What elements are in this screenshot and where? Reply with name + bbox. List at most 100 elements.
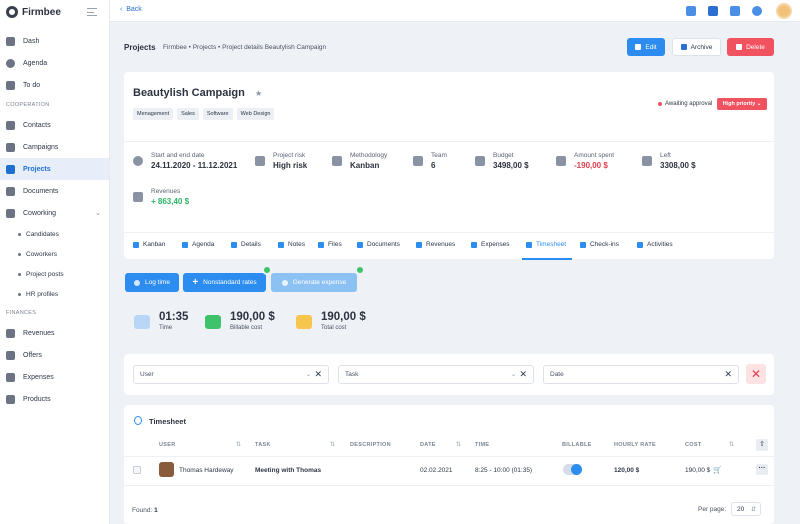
column-header-time[interactable]: TIME bbox=[475, 442, 489, 448]
tab-revenues[interactable]: Revenues bbox=[416, 241, 455, 248]
stat-total-cost: 190,00 $ Total cost bbox=[296, 311, 366, 331]
stat-billable-cost: 190,00 $ Billable cost bbox=[205, 311, 275, 331]
user-filter-select[interactable]: User ⌄ ✕ bbox=[133, 365, 329, 384]
status-badge: Awaiting approval bbox=[658, 101, 712, 107]
sidebar-item-campaigns[interactable]: Campaigns bbox=[0, 136, 109, 158]
tab-documents[interactable]: Documents bbox=[357, 241, 400, 248]
archive-button[interactable]: Archive bbox=[672, 38, 721, 56]
tab-activities[interactable]: Activities bbox=[637, 241, 673, 248]
stopwatch-icon bbox=[134, 279, 141, 286]
sidebar-item-products[interactable]: Products bbox=[0, 388, 109, 410]
log-time-button[interactable]: Log time bbox=[125, 273, 179, 292]
sidebar-item-contacts[interactable]: Contacts bbox=[0, 114, 109, 136]
chart-icon bbox=[332, 156, 342, 166]
sidebar-item-coworking[interactable]: Coworking ⌄ bbox=[0, 202, 109, 224]
users-icon[interactable] bbox=[686, 6, 696, 16]
project-tabs: Kanban Agenda Details Notes Files Docume… bbox=[124, 232, 774, 260]
sidebar-subitem-coworkers[interactable]: Coworkers bbox=[0, 244, 109, 264]
column-header-hourly-rate[interactable]: HOURLY RATE bbox=[614, 442, 656, 448]
user-icon bbox=[6, 120, 15, 130]
tag: Software bbox=[202, 108, 233, 120]
project-name: Beautylish Campaign bbox=[133, 87, 245, 99]
sidebar-item-expenses[interactable]: Expenses bbox=[0, 366, 109, 388]
row-checkbox[interactable] bbox=[133, 466, 141, 474]
clock-icon bbox=[182, 241, 188, 248]
column-header-description[interactable]: DESCRIPTION bbox=[350, 442, 391, 448]
window-icon[interactable] bbox=[708, 6, 718, 16]
cart-icon bbox=[556, 156, 566, 166]
kanban-icon bbox=[133, 241, 139, 248]
wallet-icon bbox=[416, 241, 422, 248]
sort-icon: ⇵ bbox=[750, 507, 756, 513]
info-risk: Project risk High risk bbox=[255, 152, 307, 170]
nonstandard-rates-button[interactable]: + Nonstandard rates bbox=[183, 273, 266, 292]
sort-icon[interactable]: ⇅ bbox=[456, 441, 461, 448]
stopwatch-icon bbox=[134, 416, 142, 425]
cart-icon bbox=[6, 372, 15, 382]
app-name: Firmbee bbox=[22, 6, 61, 18]
stopwatch-icon bbox=[526, 241, 532, 248]
column-header-task[interactable]: TASK bbox=[255, 442, 271, 448]
clipboard-icon bbox=[6, 164, 15, 174]
sidebar-item-todo[interactable]: To do bbox=[0, 74, 109, 96]
column-header-billable[interactable]: BILLABLE bbox=[562, 442, 592, 448]
back-link[interactable]: ‹ Back bbox=[120, 6, 142, 13]
tab-expenses[interactable]: Expenses bbox=[471, 241, 510, 248]
clear-icon[interactable]: ✕ bbox=[724, 369, 732, 380]
sidebar-subitem-project-posts[interactable]: Project posts bbox=[0, 264, 109, 284]
star-icon[interactable]: ★ bbox=[255, 89, 262, 98]
tab-agenda[interactable]: Agenda bbox=[182, 241, 214, 248]
clear-icon[interactable]: ✕ bbox=[519, 369, 527, 380]
section-finances: FINANCES bbox=[6, 310, 37, 316]
cart-icon bbox=[281, 279, 288, 286]
found-count: Found: 1 bbox=[132, 507, 158, 514]
edit-button[interactable]: Edit bbox=[627, 38, 665, 56]
column-header-cost[interactable]: COST bbox=[685, 442, 701, 448]
delete-button[interactable]: Delete bbox=[727, 38, 774, 56]
sort-icon[interactable]: ⇅ bbox=[330, 441, 335, 448]
cell-user: Thomas Hardeway bbox=[179, 467, 234, 474]
grid-icon[interactable] bbox=[730, 6, 740, 16]
tab-kanban[interactable]: Kanban bbox=[133, 241, 165, 248]
clear-icon[interactable]: ✕ bbox=[314, 369, 322, 380]
sidebar-item-agenda[interactable]: Agenda bbox=[0, 52, 109, 74]
column-header-user[interactable]: USER bbox=[159, 442, 175, 448]
plus-icon: + bbox=[192, 277, 199, 288]
tab-notes[interactable]: Notes bbox=[278, 241, 305, 248]
export-icon[interactable]: ⇧ bbox=[756, 439, 768, 451]
sidebar-subitem-candidates[interactable]: Candidates bbox=[0, 224, 109, 244]
timesheet-card: Timesheet USER ⇅ TASK ⇅ DESCRIPTION DATE… bbox=[124, 405, 774, 524]
sidebar-item-dash[interactable]: Dash bbox=[0, 30, 109, 52]
per-page-select[interactable]: 20 ⇵ bbox=[731, 502, 761, 516]
billable-toggle[interactable] bbox=[563, 464, 582, 475]
logo[interactable]: Firmbee bbox=[0, 0, 109, 24]
sidebar-item-projects[interactable]: Projects bbox=[0, 158, 109, 180]
sidebar-subitem-hr-profiles[interactable]: HR profiles bbox=[0, 284, 109, 304]
menu-collapse-icon[interactable] bbox=[87, 8, 97, 16]
task-filter-select[interactable]: Task ⌄ ✕ bbox=[338, 365, 534, 384]
date-filter-input[interactable]: Date ✕ bbox=[543, 365, 739, 384]
sidebar-item-offers[interactable]: Offers bbox=[0, 344, 109, 366]
tab-files[interactable]: Files bbox=[318, 241, 342, 248]
tab-check-ins[interactable]: Check-ins bbox=[580, 241, 619, 248]
wallet-icon bbox=[205, 315, 221, 329]
section-cooperation: COOPERATION bbox=[6, 102, 50, 108]
cart-icon[interactable]: 🛒 bbox=[713, 466, 722, 474]
column-header-date[interactable]: DATE bbox=[420, 442, 436, 448]
sidebar-item-revenues[interactable]: Revenues bbox=[0, 322, 109, 344]
avatar[interactable] bbox=[776, 3, 792, 19]
info-revenues: Revenues + 863,40 $ bbox=[133, 188, 189, 206]
clear-filters-button[interactable]: ✕ bbox=[746, 364, 766, 384]
project-card: Beautylish Campaign ★ Menagement Sales S… bbox=[124, 72, 774, 260]
tab-timesheet[interactable]: Timesheet bbox=[526, 241, 566, 248]
notifications-icon[interactable] bbox=[752, 6, 762, 16]
more-options-button[interactable]: ··· bbox=[756, 464, 768, 475]
info-left: Left 3308,00 $ bbox=[642, 152, 696, 170]
sort-icon[interactable]: ⇅ bbox=[729, 441, 734, 448]
sidebar-item-documents[interactable]: Documents bbox=[0, 180, 109, 202]
tab-details[interactable]: Details bbox=[231, 241, 261, 248]
priority-dropdown[interactable]: High priority ⌄ bbox=[717, 98, 767, 110]
cell-date: 02.02.2021 bbox=[420, 467, 453, 474]
sort-icon[interactable]: ⇅ bbox=[236, 441, 241, 448]
generate-expense-button[interactable]: Generate expense bbox=[271, 273, 357, 292]
